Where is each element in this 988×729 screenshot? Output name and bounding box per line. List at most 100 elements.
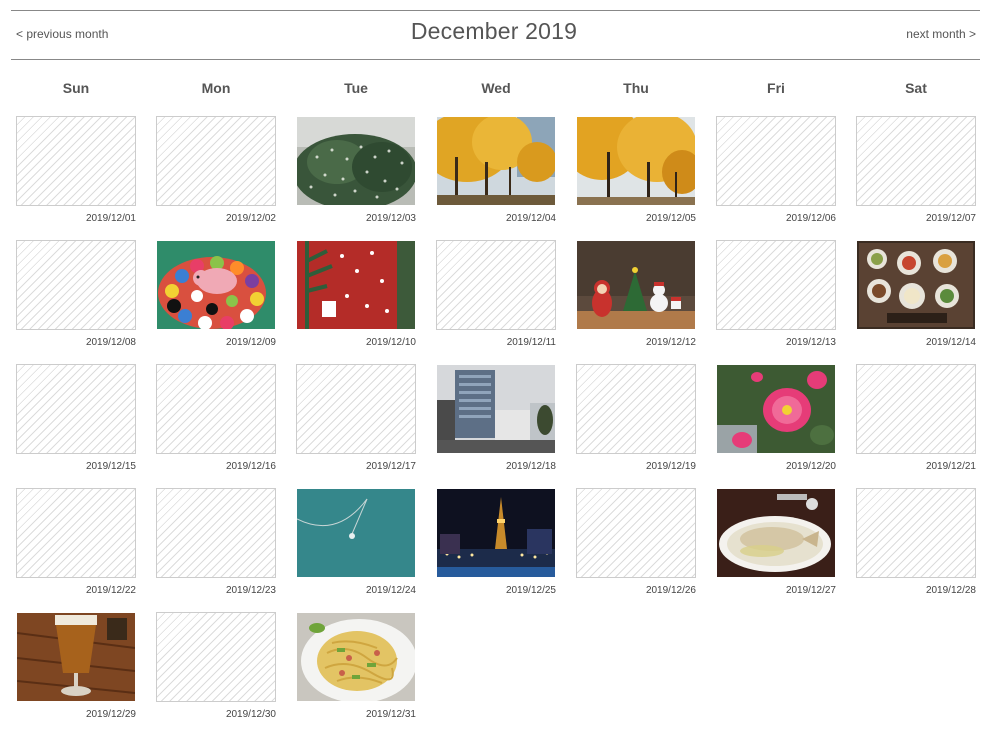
empty-day-placeholder [436,240,556,330]
day-cell[interactable]: 2019/12/09 [156,240,276,350]
day-date-label: 2019/12/01 [85,213,136,224]
pink-camellia-photo[interactable] [716,364,836,454]
day-date-label: 2019/12/29 [85,709,136,720]
month-title: December 2019 [410,18,578,44]
lunch-tray-photo[interactable] [856,240,976,330]
christmas-cup-photo[interactable] [296,240,416,330]
day-date-label: 2019/12/12 [645,337,696,348]
fish-dish-photo[interactable] [716,488,836,578]
empty-day-placeholder [856,488,976,578]
weekday-tue: Tue [344,80,368,96]
day-date-label: 2019/12/11 [506,337,556,348]
day-date-label: 2019/12/31 [365,709,416,720]
night-tower-photo[interactable] [436,488,556,578]
day-cell[interactable]: 2019/12/04 [436,116,556,226]
day-cell[interactable]: 2019/12/27 [716,488,836,598]
city-building-photo[interactable] [436,364,556,454]
day-date-label: 2019/12/23 [225,585,276,596]
day-cell[interactable]: 2019/12/13 [716,240,836,350]
felt-ball-pig-photo[interactable] [156,240,276,330]
day-cell[interactable]: 2019/12/26 [576,488,696,598]
day-date-label: 2019/12/26 [645,585,696,596]
day-cell[interactable]: 2019/12/28 [856,488,976,598]
empty-day-placeholder [716,116,836,206]
day-cell[interactable]: 2019/12/24 [296,488,416,598]
day-date-label: 2019/12/17 [365,461,416,472]
day-date-label: 2019/12/20 [785,461,836,472]
empty-day-placeholder [156,488,276,578]
next-month-link[interactable]: next month > [906,27,976,41]
day-cell[interactable]: 2019/12/17 [296,364,416,474]
ginkgo-avenue-photo[interactable] [436,116,556,206]
day-date-label: 2019/12/10 [365,337,416,348]
weekday-sat: Sat [905,80,927,96]
day-date-label: 2019/12/16 [225,461,276,472]
empty-day-placeholder [156,612,276,702]
day-cell[interactable]: 2019/12/07 [856,116,976,226]
day-cell[interactable]: 2019/12/06 [716,116,836,226]
day-cell[interactable]: 2019/12/12 [576,240,696,350]
day-date-label: 2019/12/06 [785,213,836,224]
pasta-photo[interactable] [296,612,416,702]
weekday-sun: Sun [62,80,90,96]
day-cell[interactable]: 2019/12/29 [16,612,136,722]
day-date-label: 2019/12/09 [225,337,276,348]
weekday-wed: Wed [481,80,511,96]
day-cell[interactable]: 2019/12/31 [296,612,416,722]
empty-day-placeholder [856,364,976,454]
day-date-label: 2019/12/04 [505,213,556,224]
day-date-label: 2019/12/24 [365,585,416,596]
day-cell[interactable]: 2019/12/10 [296,240,416,350]
day-cell[interactable]: 2019/12/15 [16,364,136,474]
day-cell[interactable]: 2019/12/20 [716,364,836,474]
day-date-label: 2019/12/07 [925,213,976,224]
empty-day-placeholder [16,240,136,330]
day-cell[interactable]: 2019/12/30 [156,612,276,722]
header-top-rule [11,10,980,11]
day-cell[interactable]: 2019/12/08 [16,240,136,350]
bush-photo[interactable] [296,116,416,206]
empty-day-placeholder [16,488,136,578]
header-bottom-rule [11,59,980,60]
empty-day-placeholder [856,116,976,206]
empty-day-placeholder [576,364,696,454]
day-cell[interactable]: 2019/12/19 [576,364,696,474]
weekday-thu: Thu [623,80,649,96]
day-date-label: 2019/12/13 [785,337,836,348]
day-date-label: 2019/12/25 [505,585,556,596]
day-date-label: 2019/12/19 [645,461,696,472]
day-cell[interactable]: 2019/12/11 [436,240,556,350]
empty-day-placeholder [16,364,136,454]
weekday-mon: Mon [201,80,231,96]
day-cell[interactable]: 2019/12/25 [436,488,556,598]
day-date-label: 2019/12/22 [85,585,136,596]
empty-day-placeholder [716,240,836,330]
empty-day-placeholder [576,488,696,578]
day-cell[interactable]: 2019/12/02 [156,116,276,226]
day-date-label: 2019/12/27 [785,585,836,596]
day-date-label: 2019/12/08 [85,337,136,348]
day-date-label: 2019/12/15 [85,461,136,472]
day-cell[interactable]: 2019/12/05 [576,116,696,226]
empty-day-placeholder [156,116,276,206]
day-cell[interactable]: 2019/12/23 [156,488,276,598]
empty-day-placeholder [16,116,136,206]
day-date-label: 2019/12/05 [645,213,696,224]
day-date-label: 2019/12/30 [225,709,276,720]
day-cell[interactable]: 2019/12/14 [856,240,976,350]
christmas-figurines-photo[interactable] [576,240,696,330]
day-date-label: 2019/12/18 [505,461,556,472]
necklace-photo[interactable] [296,488,416,578]
day-date-label: 2019/12/03 [365,213,416,224]
day-date-label: 2019/12/14 [925,337,976,348]
ginkgo-trees-photo[interactable] [576,116,696,206]
day-cell[interactable]: 2019/12/01 [16,116,136,226]
day-cell[interactable]: 2019/12/18 [436,364,556,474]
day-date-label: 2019/12/28 [925,585,976,596]
day-cell[interactable]: 2019/12/22 [16,488,136,598]
day-cell[interactable]: 2019/12/21 [856,364,976,474]
empty-day-placeholder [296,364,416,454]
beer-glass-photo[interactable] [16,612,136,702]
day-cell[interactable]: 2019/12/16 [156,364,276,474]
day-cell[interactable]: 2019/12/03 [296,116,416,226]
